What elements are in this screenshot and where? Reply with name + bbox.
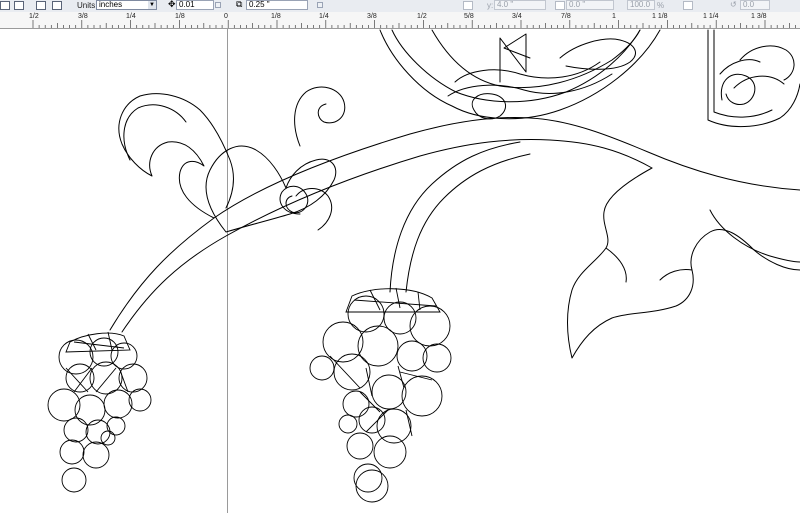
ruler-label: 1/8 — [175, 13, 185, 20]
horizontal-ruler[interactable]: 1/2 3/8 1/4 1/8 0 1/8 1/4 3/8 1/2 5/8 3/… — [0, 12, 800, 29]
landscape-page-icon[interactable] — [14, 1, 24, 10]
ruler-label: 0 — [224, 13, 228, 20]
ruler-label: 1/8 — [271, 13, 281, 20]
y-position-input[interactable]: 4.0 " — [494, 0, 546, 10]
y-position-value: 4.0 " — [497, 0, 514, 9]
size-icon — [555, 1, 565, 10]
tendril-inner[interactable] — [295, 188, 333, 231]
leaf-left-vein[interactable] — [123, 104, 187, 161]
angle-value: 0.0 — [743, 0, 755, 9]
units-label: Units: — [77, 1, 98, 10]
nudge-distance-input[interactable]: 0.01 — [176, 0, 214, 10]
ruler-label: 1 1/8 — [652, 13, 668, 20]
urn-right-curl[interactable] — [719, 59, 785, 89]
urn-right-curl[interactable] — [739, 45, 795, 81]
leaf-right-edge[interactable] — [605, 247, 693, 283]
ruler-label: 5/8 — [464, 13, 474, 20]
nudge-icon: ✥ — [168, 0, 176, 9]
ruler-label: 1 1/4 — [703, 13, 719, 20]
position-icon — [463, 1, 473, 10]
height-input[interactable]: 0.0 " — [566, 0, 614, 10]
angle-input[interactable]: 0.0 — [740, 0, 770, 10]
page-icon[interactable] — [0, 1, 10, 10]
stem-center-cluster-inner[interactable] — [405, 153, 531, 293]
ruler-label: 3/8 — [78, 13, 88, 20]
lock-ratio-icon[interactable] — [683, 1, 693, 10]
nudge-distance-value: 0.01 — [179, 0, 195, 9]
ruler-label: 3/4 — [512, 13, 522, 20]
vine-main-stem[interactable] — [109, 117, 800, 331]
urn-right-curl[interactable] — [720, 73, 756, 105]
drawing-canvas[interactable] — [0, 29, 800, 513]
bowl-swirl[interactable] — [447, 73, 613, 97]
all-pages-icon[interactable] — [36, 1, 46, 10]
ruler-label: 1 3/8 — [751, 13, 767, 20]
ruler-label: 7/8 — [561, 13, 571, 20]
bowl-lid[interactable] — [559, 38, 636, 70]
ruler-ticks — [32, 20, 796, 28]
ruler-label: 1 — [612, 13, 616, 20]
ruler-label: 1/4 — [319, 13, 329, 20]
tendril-upper[interactable] — [294, 86, 346, 147]
duplicate-spinner[interactable] — [317, 2, 323, 8]
ruler-label: 1/2 — [29, 13, 39, 20]
leaf-right-large[interactable] — [567, 167, 800, 359]
grape-cluster-left[interactable] — [47, 331, 152, 493]
scale-unit: % — [657, 1, 665, 10]
bowl-swirl[interactable] — [454, 61, 601, 83]
ruler-label: 1/4 — [126, 13, 136, 20]
leaf-right-vein[interactable] — [709, 209, 800, 263]
duplicate-distance-icon: ⧉ — [236, 0, 243, 9]
scale-value: 100.0 — [630, 0, 651, 9]
ruler-label: 3/8 — [367, 13, 377, 20]
y-label: y: — [487, 1, 494, 10]
vine-main-stem-lower[interactable] — [121, 139, 653, 333]
units-value: inches — [99, 0, 123, 9]
chevron-down-icon[interactable]: ▼ — [148, 1, 156, 9]
nudge-spinner[interactable] — [215, 2, 221, 8]
duplicate-distance-input[interactable]: 0.25 " — [246, 0, 308, 10]
current-page-icon[interactable] — [52, 1, 62, 10]
height-value: 0.0 " — [569, 0, 586, 9]
duplicate-distance-value: 0.25 " — [249, 0, 270, 9]
ruler-label: 1/2 — [417, 13, 427, 20]
units-dropdown[interactable]: inches ▼ — [96, 0, 157, 10]
scale-input[interactable]: 100.0 — [627, 0, 655, 10]
rotation-icon: ↺ — [730, 0, 737, 9]
bowl-letter-n[interactable] — [499, 33, 531, 83]
grape-cluster-center[interactable] — [309, 287, 452, 503]
